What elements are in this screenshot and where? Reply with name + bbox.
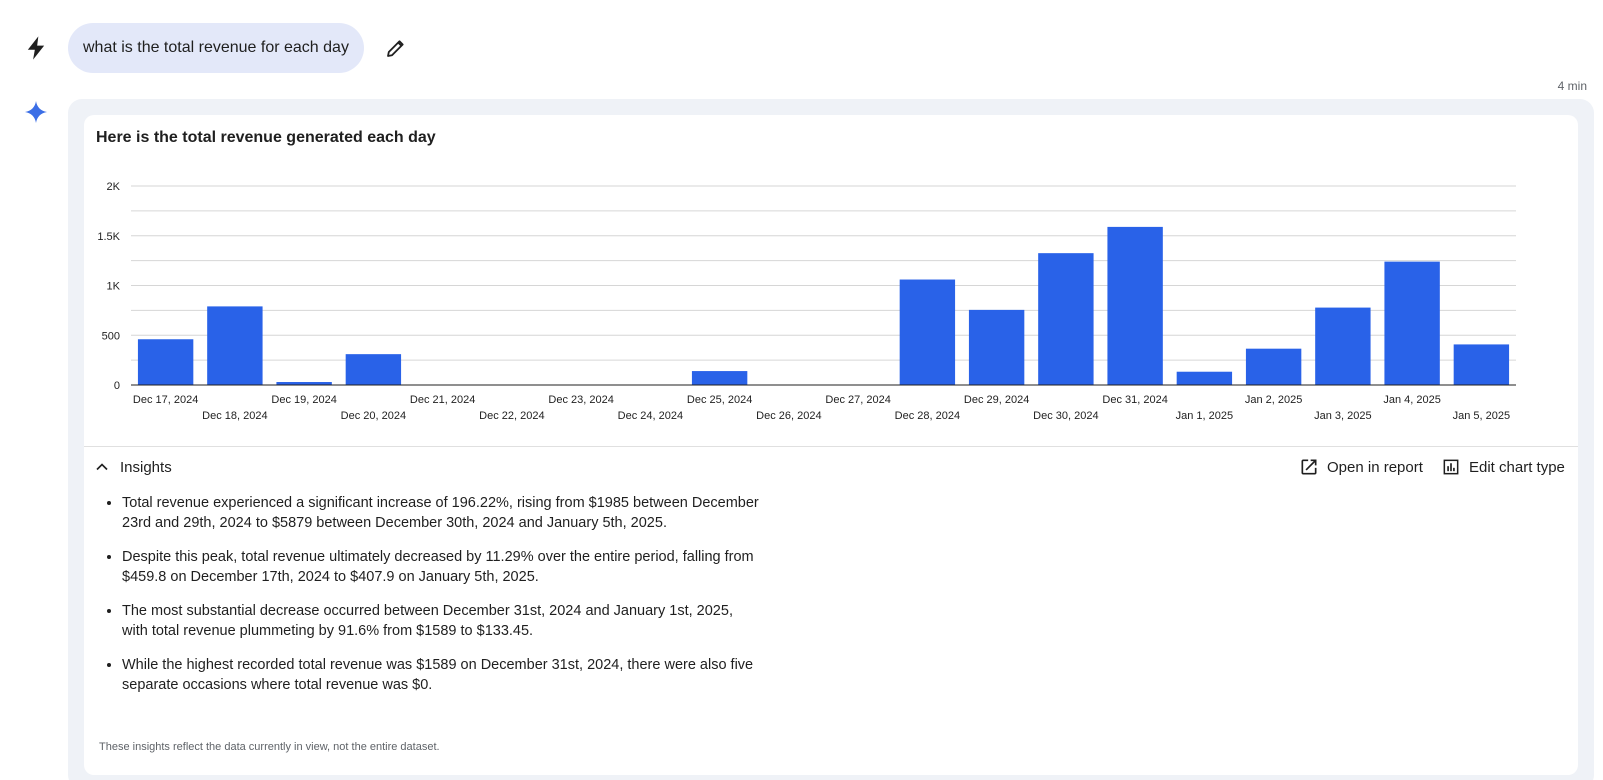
- x-tick-label: Jan 4, 2025: [1383, 394, 1441, 406]
- y-tick-label: 1K: [107, 281, 121, 293]
- x-tick-label: Jan 3, 2025: [1314, 410, 1372, 422]
- bar: [1176, 371, 1233, 385]
- x-tick-label: Jan 2, 2025: [1245, 394, 1303, 406]
- open-in-report-button[interactable]: Open in report: [1299, 453, 1423, 481]
- x-tick-label: Dec 17, 2024: [133, 394, 198, 406]
- x-tick-label: Dec 24, 2024: [618, 410, 683, 422]
- bar: [1038, 253, 1094, 385]
- bar: [691, 371, 748, 385]
- insights-list: Total revenue experienced a significant …: [122, 493, 762, 709]
- x-tick-label: Dec 18, 2024: [202, 410, 267, 422]
- chart-divider: [84, 446, 1578, 447]
- insight-item: The most substantial decrease occurred b…: [122, 601, 762, 641]
- lightning-icon: [27, 36, 45, 60]
- x-tick-label: Dec 26, 2024: [756, 410, 821, 422]
- x-tick-label: Jan 1, 2025: [1176, 410, 1234, 422]
- edit-chart-type-button[interactable]: Edit chart type: [1441, 453, 1565, 481]
- bar: [1315, 307, 1371, 385]
- edit-chart-type-label: Edit chart type: [1469, 458, 1565, 476]
- insight-item: Total revenue experienced a significant …: [122, 493, 762, 533]
- bar: [207, 306, 263, 385]
- bar: [968, 309, 1025, 385]
- y-tick-label: 0: [114, 380, 120, 392]
- x-tick-label: Dec 29, 2024: [964, 394, 1029, 406]
- x-tick-label: Dec 28, 2024: [895, 410, 960, 422]
- insights-disclaimer: These insights reflect the data currentl…: [99, 741, 440, 753]
- user-query-bubble: what is the total revenue for each day: [68, 23, 364, 73]
- open-external-icon: [1301, 459, 1317, 475]
- bar: [1245, 348, 1302, 385]
- sparkle-icon: [25, 101, 47, 123]
- user-query-text: what is the total revenue for each day: [83, 39, 349, 56]
- x-tick-label: Dec 31, 2024: [1102, 394, 1167, 406]
- y-tick-label: 2K: [107, 181, 121, 193]
- insights-toggle[interactable]: Insights: [92, 453, 172, 481]
- y-tick-label: 500: [102, 330, 120, 342]
- insights-label: Insights: [120, 458, 172, 476]
- bar: [137, 339, 194, 385]
- x-tick-label: Dec 21, 2024: [410, 394, 475, 406]
- insight-item: While the highest recorded total revenue…: [122, 655, 762, 695]
- x-tick-label: Jan 5, 2025: [1453, 410, 1511, 422]
- x-tick-label: Dec 25, 2024: [687, 394, 752, 406]
- bar: [345, 354, 402, 385]
- x-tick-label: Dec 27, 2024: [825, 394, 890, 406]
- bar: [899, 279, 956, 385]
- y-tick-label: 1.5K: [97, 231, 120, 243]
- x-tick-label: Dec 20, 2024: [341, 410, 406, 422]
- chevron-up-icon: [96, 463, 108, 471]
- revenue-bar-chart: 0 500 1K 1.5K 2K Dec 17, 2024 Dec 18, 2024 Dec …: [97, 181, 1516, 422]
- x-tick-label: Dec 22, 2024: [479, 410, 544, 422]
- bar: [1453, 344, 1510, 385]
- pencil-icon[interactable]: [384, 36, 408, 60]
- open-in-report-label: Open in report: [1327, 458, 1423, 476]
- x-tick-label: Dec 30, 2024: [1033, 410, 1098, 422]
- insight-item: Despite this peak, total revenue ultimat…: [122, 547, 762, 587]
- bar-chart-icon: [1443, 459, 1459, 475]
- bar: [1384, 261, 1440, 385]
- x-tick-label: Dec 19, 2024: [271, 394, 336, 406]
- x-tick-label: Dec 23, 2024: [548, 394, 613, 406]
- response-card: Here is the total revenue generated each…: [84, 115, 1578, 775]
- bar: [1107, 226, 1163, 385]
- timestamp: 4 min: [1557, 79, 1587, 93]
